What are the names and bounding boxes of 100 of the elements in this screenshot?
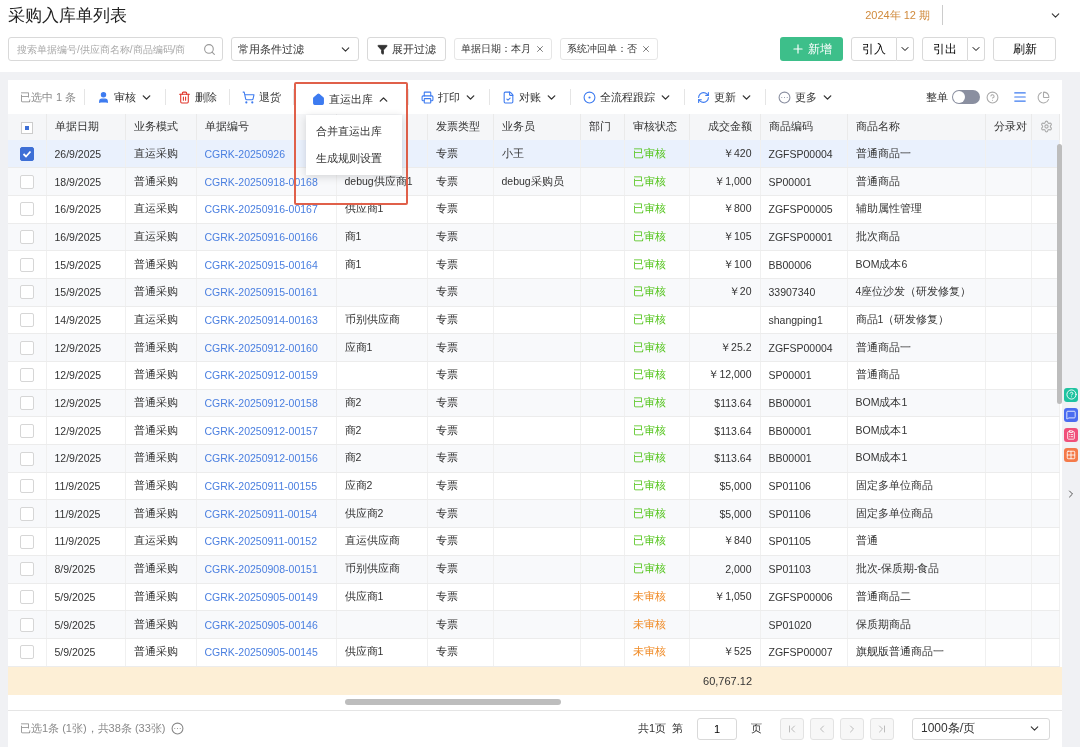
document-number-link[interactable]: CGRK-20250915-00161 <box>204 286 318 299</box>
close-icon[interactable] <box>535 44 545 54</box>
add-button[interactable]: 新增 <box>780 37 843 61</box>
table-cell: ￥20 <box>728 285 752 298</box>
table-cell: 普通商品一 <box>855 340 911 353</box>
page-input[interactable]: 1 <box>697 717 737 740</box>
toolbar-button[interactable]: 更多 <box>766 85 847 109</box>
grid-icon[interactable] <box>1064 447 1078 462</box>
toolbar-button[interactable]: 退货 <box>230 85 294 109</box>
table-cell: 供应商1 <box>344 645 384 658</box>
total-amount: 60,767.12 <box>702 674 752 687</box>
table-cell: 2,000 <box>725 563 752 576</box>
page-size-dropdown[interactable]: 1000条/页 <box>912 717 1050 740</box>
refresh-button[interactable]: 刷新 <box>993 37 1056 61</box>
menu-item[interactable]: 合并直运出库 <box>306 118 403 145</box>
status-text: 已审核 <box>632 479 666 492</box>
toolbar-button[interactable]: 删除 <box>166 85 230 109</box>
document-number-link[interactable]: CGRK-20250912-00159 <box>204 369 318 382</box>
page-label: 第 <box>672 721 683 737</box>
table-cell: 专票 <box>435 340 458 353</box>
status-text: 已审核 <box>632 562 666 575</box>
document-number-link[interactable]: CGRK-20250926 <box>204 147 286 160</box>
table-cell: debug供应商1 <box>344 174 413 187</box>
row-checkbox[interactable] <box>19 146 34 161</box>
toolbar-button[interactable]: 更新 <box>685 85 766 109</box>
close-icon[interactable] <box>641 44 651 54</box>
page-label: 页 <box>751 721 762 737</box>
next-page-button[interactable] <box>840 717 864 740</box>
table-cell: 专票 <box>435 285 458 298</box>
table-cell: 旗舰版普通商品一 <box>855 645 944 658</box>
expand-filter-button[interactable]: 展开过滤 <box>367 37 446 61</box>
table-cell: ￥105 <box>722 229 752 242</box>
last-page-button[interactable] <box>870 717 894 740</box>
table-cell: 普通采购 <box>133 589 178 602</box>
toolbar-button[interactable]: 直运出库 <box>300 87 403 111</box>
table-cell: 12/9/2025 <box>54 397 102 410</box>
filter-dropdown[interactable]: 常用条件过滤 <box>231 37 359 61</box>
status-text: 已审核 <box>632 451 666 464</box>
document-number-link[interactable]: CGRK-20250916-00167 <box>204 203 318 216</box>
search-field[interactable]: 搜索单据编号/供应商名称/商品编码/商 <box>8 37 223 61</box>
export-button[interactable]: 引出 <box>922 37 968 61</box>
table-cell: BB00006 <box>768 258 812 271</box>
table-cell: 批次商品 <box>855 229 900 242</box>
document-number-link[interactable]: CGRK-20250914-00163 <box>204 313 318 326</box>
document-number-link[interactable]: CGRK-20250912-00157 <box>204 424 318 437</box>
list-icon[interactable] <box>1013 90 1027 104</box>
import-dropdown-button[interactable] <box>897 37 914 61</box>
document-number-link[interactable]: CGRK-20250916-00166 <box>204 230 318 243</box>
export-dropdown-button[interactable] <box>968 37 985 61</box>
document-number-link[interactable]: CGRK-20250908-00151 <box>204 563 318 576</box>
column-header: 审核状态 <box>632 120 677 132</box>
import-button[interactable]: 引入 <box>851 37 897 61</box>
table-cell: 专票 <box>435 645 458 658</box>
account-dropdown[interactable] <box>942 5 1062 25</box>
settings-icon[interactable] <box>1039 119 1053 133</box>
table-cell: ZGFSP00004 <box>768 341 833 354</box>
table-cell: debug采购员 <box>501 174 564 187</box>
table-cell: 专票 <box>435 368 458 381</box>
document-number-link[interactable]: CGRK-20250911-00154 <box>204 507 317 520</box>
first-page-icon <box>786 722 798 735</box>
clipboard-icon[interactable] <box>1064 427 1078 442</box>
table-cell: 普通采购 <box>133 396 178 409</box>
toolbar-button[interactable]: 全流程跟踪 <box>571 85 685 109</box>
menu-item[interactable]: 生成规则设置 <box>306 145 403 172</box>
document-number-link[interactable]: CGRK-20250905-00149 <box>204 590 318 603</box>
document-number-link[interactable]: CGRK-20250912-00158 <box>204 397 318 410</box>
table-cell: 普通采购 <box>133 257 178 270</box>
help-icon[interactable] <box>1064 387 1078 402</box>
document-number-link[interactable]: CGRK-20250912-00160 <box>204 341 318 354</box>
table-cell: 专票 <box>435 257 458 270</box>
document-number-link[interactable]: CGRK-20250912-00156 <box>204 452 318 465</box>
help-icon[interactable] <box>986 90 999 104</box>
document-number-link[interactable]: CGRK-20250911-00155 <box>204 480 317 493</box>
more-icon[interactable] <box>171 722 185 736</box>
status-text: 已审核 <box>632 340 666 353</box>
table-cell: 商2 <box>344 396 362 409</box>
select-all-checkbox[interactable] <box>20 121 33 134</box>
toolbar-button[interactable]: 打印 <box>409 85 490 109</box>
previous-page-button[interactable] <box>810 717 834 740</box>
document-number-link[interactable]: CGRK-20250905-00145 <box>204 646 318 659</box>
document-number-link[interactable]: CGRK-20250911-00152 <box>204 535 317 548</box>
scrollbar[interactable] <box>345 698 561 705</box>
table-cell: 普通采购 <box>133 423 178 436</box>
pie-chart-icon[interactable] <box>1037 90 1050 104</box>
scrollbar[interactable] <box>1057 144 1062 404</box>
status-text: 未审核 <box>632 589 666 602</box>
toolbar-button[interactable]: 对账 <box>490 85 571 109</box>
chat-icon[interactable] <box>1064 407 1078 422</box>
first-page-button[interactable] <box>780 717 804 740</box>
table-cell: 15/9/2025 <box>54 286 102 299</box>
document-check-icon <box>502 90 516 104</box>
document-number-link[interactable]: CGRK-20250905-00146 <box>204 618 318 631</box>
table-cell: 普通商品一 <box>855 146 911 159</box>
table-cell: ￥100 <box>722 257 752 270</box>
toggle-switch[interactable] <box>952 90 980 104</box>
toolbar-button[interactable]: 审核 <box>85 85 166 109</box>
document-number-link[interactable]: CGRK-20250915-00164 <box>204 258 318 271</box>
table-cell: SP00001 <box>768 175 812 188</box>
filter-tag-label: 系统冲回单：否 <box>567 42 637 56</box>
status-text: 已审核 <box>632 368 666 381</box>
